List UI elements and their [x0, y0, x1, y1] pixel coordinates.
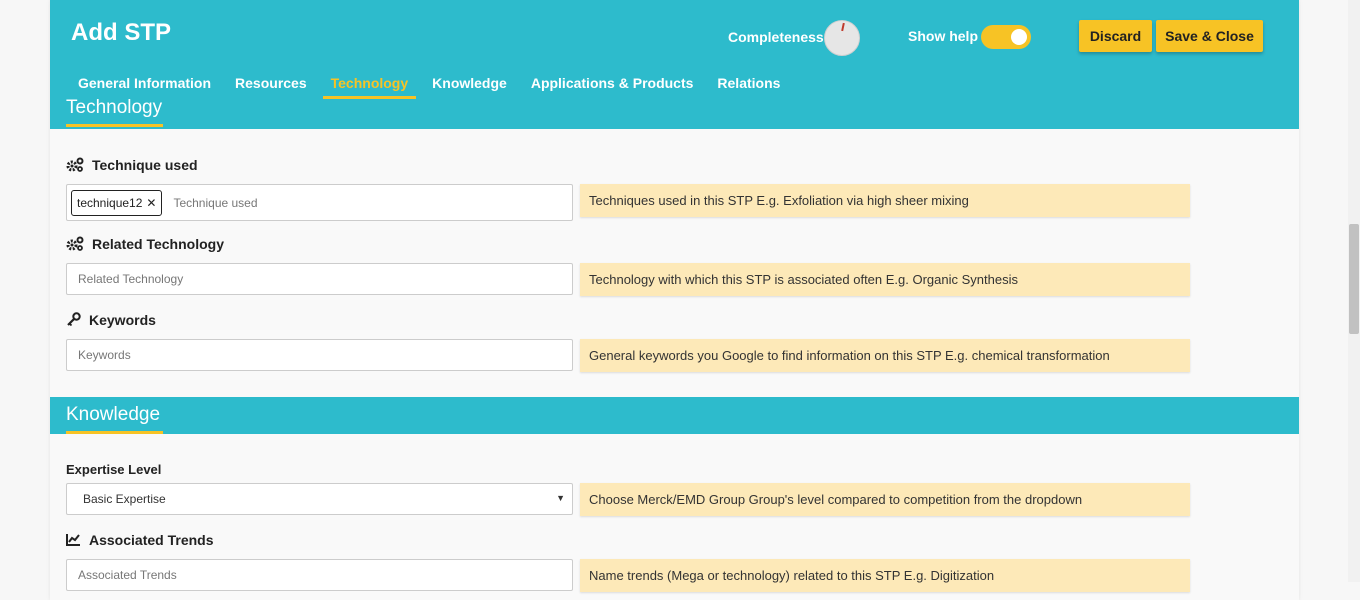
tab-applications-products[interactable]: Applications & Products — [523, 74, 702, 99]
section-underline — [66, 124, 163, 127]
associated-trends-placeholder: Associated Trends — [78, 568, 177, 582]
expertise-level-label: Expertise Level — [66, 462, 161, 477]
knowledge-section-bar — [50, 397, 1299, 434]
gears-icon — [66, 236, 84, 252]
gears-icon — [66, 157, 84, 173]
keywords-input[interactable]: Keywords — [66, 339, 573, 371]
related-technology-label: Related Technology — [66, 236, 224, 252]
toggle-knob — [1011, 29, 1027, 45]
tab-bar: General Information Resources Technology… — [70, 74, 796, 100]
expertise-level-value: Basic Expertise — [83, 492, 166, 506]
related-technology-input[interactable]: Related Technology — [66, 263, 573, 295]
related-technology-hint: Technology with which this STP is associ… — [580, 263, 1190, 296]
technology-section-title: Technology — [66, 97, 163, 127]
show-help-toggle[interactable] — [981, 25, 1031, 49]
technique-used-placeholder: Technique used — [173, 195, 258, 210]
associated-trends-label: Associated Trends — [66, 532, 214, 548]
related-technology-text: Related Technology — [92, 236, 224, 252]
discard-button[interactable]: Discard — [1079, 20, 1152, 52]
expertise-level-select[interactable]: Basic Expertise ▼ — [66, 483, 573, 515]
technology-section-label: Technology — [66, 97, 163, 118]
technique-used-input[interactable]: technique12 ✕ Technique used — [66, 184, 573, 221]
knowledge-section-label: Knowledge — [66, 404, 161, 425]
keywords-hint: General keywords you Google to find info… — [580, 339, 1190, 372]
completeness-label: Completeness — [728, 29, 824, 45]
tab-relations[interactable]: Relations — [709, 74, 788, 99]
tab-general-information[interactable]: General Information — [70, 74, 219, 99]
close-icon[interactable]: ✕ — [146, 196, 156, 210]
key-icon — [66, 312, 81, 328]
chart-line-icon — [66, 532, 81, 548]
associated-trends-hint: Name trends (Mega or technology) related… — [580, 559, 1190, 592]
keywords-label: Keywords — [66, 312, 156, 328]
tab-technology[interactable]: Technology — [322, 74, 417, 99]
associated-trends-text: Associated Trends — [89, 532, 214, 548]
tab-resources[interactable]: Resources — [227, 74, 315, 99]
save-close-button[interactable]: Save & Close — [1156, 20, 1263, 52]
technique-chip: technique12 ✕ — [71, 189, 163, 216]
stp-form-panel: Add STP Completeness Show help Discard S… — [50, 0, 1299, 600]
completeness-pie-icon — [824, 20, 860, 56]
expertise-level-hint: Choose Merck/EMD Group Group's level com… — [580, 483, 1190, 516]
section-underline — [66, 431, 163, 434]
show-help-label: Show help — [908, 28, 978, 44]
keywords-text: Keywords — [89, 312, 156, 328]
knowledge-section-title: Knowledge — [66, 404, 163, 434]
technique-used-hint: Techniques used in this STP E.g. Exfolia… — [580, 184, 1190, 217]
technique-chip-label: technique12 — [77, 195, 143, 210]
scrollbar-thumb[interactable] — [1349, 224, 1359, 334]
associated-trends-input[interactable]: Associated Trends — [66, 559, 573, 591]
page-title: Add STP — [71, 19, 171, 46]
technique-used-label: Technique used — [66, 157, 198, 173]
related-technology-placeholder: Related Technology — [78, 272, 184, 286]
expertise-level-text: Expertise Level — [66, 462, 162, 477]
keywords-placeholder: Keywords — [78, 348, 131, 362]
header-bar: Add STP Completeness Show help Discard S… — [50, 0, 1299, 129]
technique-used-text: Technique used — [92, 157, 198, 173]
tab-knowledge[interactable]: Knowledge — [424, 74, 515, 99]
dropdown-arrow-icon: ▼ — [556, 493, 565, 503]
